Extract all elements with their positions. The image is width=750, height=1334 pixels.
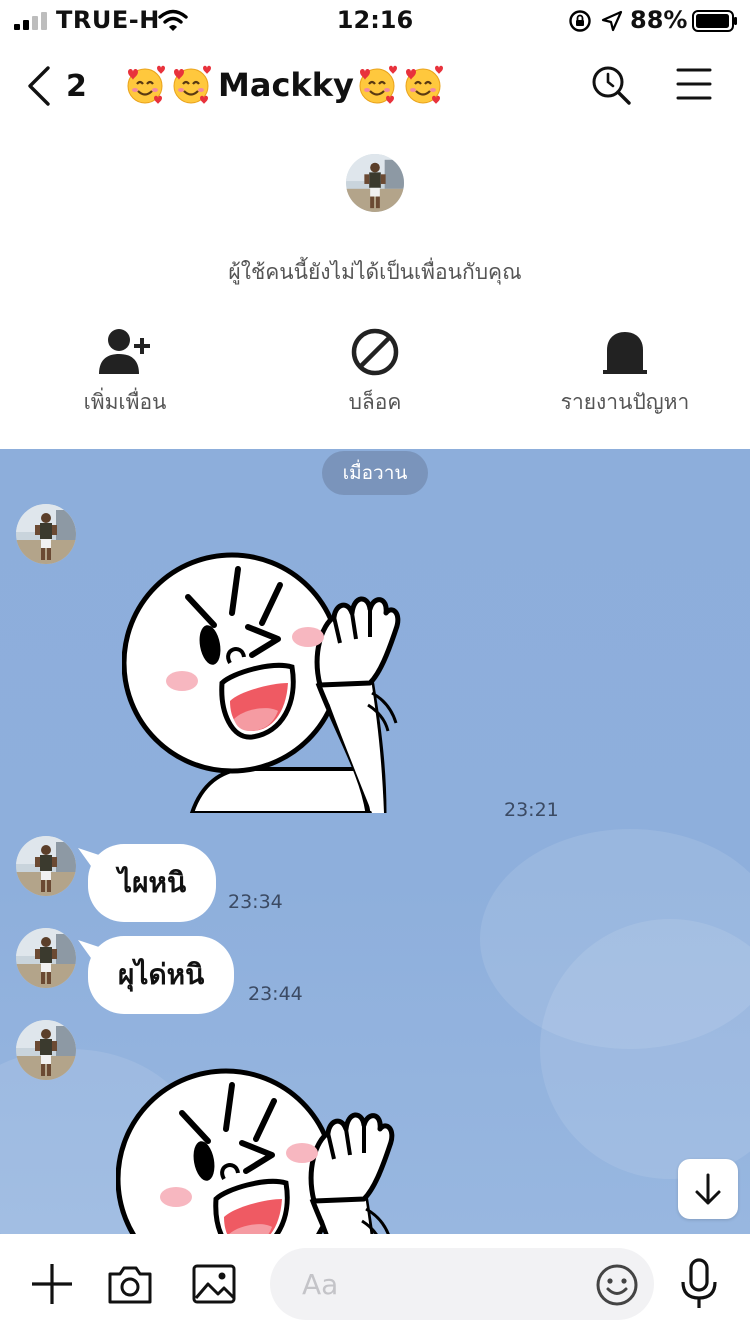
waving-sticker[interactable]	[122, 533, 422, 813]
report-label: รายงานปัญหา	[560, 390, 690, 414]
scroll-to-bottom-button[interactable]	[678, 1159, 738, 1219]
sender-avatar[interactable]	[16, 504, 76, 564]
add-friend-button[interactable]: เพิ่มเพื่อน	[0, 326, 250, 419]
menu-icon[interactable]	[676, 66, 712, 102]
message-time: 23:44	[248, 983, 303, 1005]
camera-icon[interactable]	[106, 1260, 154, 1308]
contact-name: Mackky	[218, 66, 354, 104]
chat-header: 2 Mackky	[0, 50, 750, 120]
message-time: 23:21	[504, 799, 559, 821]
sender-avatar[interactable]	[16, 928, 76, 988]
profile-actions: เพิ่มเพื่อน บล็อค รายงานปัญหา	[0, 326, 750, 426]
add-friend-label: เพิ่มเพื่อน	[83, 390, 167, 414]
date-divider: เมื่อวาน	[322, 451, 428, 495]
message-input-bar	[0, 1234, 750, 1334]
chat-title: Mackky	[124, 64, 448, 106]
block-label: บล็อค	[348, 390, 402, 414]
battery-percentage: 88%	[630, 6, 688, 34]
block-button[interactable]: บล็อค	[250, 326, 500, 419]
back-chevron-icon	[28, 66, 50, 106]
smiling-face-with-hearts-icon	[402, 64, 444, 106]
plus-icon[interactable]	[28, 1260, 76, 1308]
waving-sticker[interactable]	[116, 1049, 416, 1234]
image-icon[interactable]	[190, 1260, 238, 1308]
sender-avatar[interactable]	[16, 1020, 76, 1080]
smiling-face-with-hearts-icon	[170, 64, 212, 106]
add-friend-icon	[99, 329, 150, 374]
unread-count: 2	[66, 68, 87, 104]
report-icon	[603, 332, 647, 374]
block-icon	[351, 328, 399, 376]
message-bubble[interactable]: ผุได่หนิ	[88, 936, 235, 1014]
sender-avatar[interactable]	[16, 836, 76, 896]
report-button[interactable]: รายงานปัญหา	[500, 326, 750, 419]
message-time: 23:34	[228, 891, 283, 913]
not-friend-notice: ผู้ใช้คนนี้ยังไม่ได้เป็นเพื่อนกับคุณ	[228, 260, 522, 284]
status-bar: TRUE-H 12:16 88%	[0, 0, 750, 44]
location-icon	[601, 10, 623, 32]
back-button[interactable]: 2	[26, 64, 96, 108]
smiling-face-with-hearts-icon	[356, 64, 398, 106]
emoji-icon[interactable]	[594, 1262, 640, 1308]
battery-icon	[692, 10, 737, 32]
smiling-face-with-hearts-icon	[124, 64, 166, 106]
orientation-lock-icon	[569, 10, 591, 32]
arrow-down-icon	[695, 1173, 721, 1205]
contact-avatar[interactable]	[346, 154, 404, 212]
microphone-icon[interactable]	[678, 1258, 720, 1310]
chat-area[interactable]: เมื่อวาน 23:21 ไผหนิ 23:34 ผุได่หนิ 23:4…	[0, 449, 750, 1234]
search-history-icon[interactable]	[590, 64, 632, 106]
message-bubble[interactable]: ไผหนิ	[88, 844, 217, 922]
